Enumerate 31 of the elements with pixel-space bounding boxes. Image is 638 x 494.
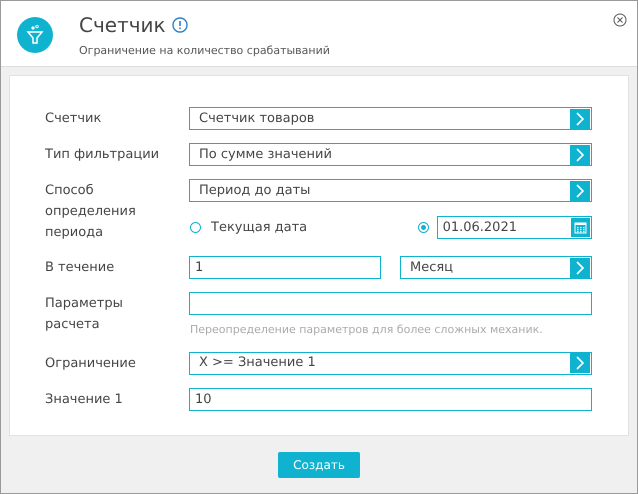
input-field[interactable]: 1 (189, 256, 381, 279)
radio-button[interactable] (418, 222, 429, 233)
field-label: Счетчик (45, 110, 102, 128)
hint-text: Переопределение параметров для более сложных механик. (189, 322, 544, 338)
input-field[interactable]: 10 (189, 388, 592, 410)
radio-label: Текущая дата (211, 218, 308, 237)
select-field[interactable]: X >= Значение 1 (189, 352, 592, 374)
dialog-title: Счетчик (79, 12, 166, 39)
chevron-icon[interactable] (570, 144, 590, 164)
input-field[interactable] (189, 292, 592, 315)
info-icon[interactable] (172, 17, 188, 33)
field-label: Ограничение (45, 354, 137, 372)
select-field[interactable]: Месяц (400, 256, 592, 279)
close-icon[interactable] (613, 13, 627, 27)
chevron-icon[interactable] (570, 180, 590, 200)
chevron-icon[interactable] (570, 353, 590, 373)
chevron-icon[interactable] (570, 258, 590, 278)
select-field[interactable]: По сумме значений (189, 143, 592, 166)
chevron-icon[interactable] (570, 108, 590, 128)
field-label: Значение 1 (45, 390, 124, 408)
radio-button[interactable] (190, 222, 201, 233)
select-field[interactable]: Период до даты (189, 179, 592, 202)
field-label: Тип фильтрации (45, 146, 160, 164)
dialog-subtitle: Ограничение на количество срабатываний (79, 43, 330, 59)
filter-icon (17, 17, 53, 53)
calendar-icon[interactable] (571, 218, 590, 237)
field-label: Способ определения периода (45, 182, 137, 242)
date-field[interactable]: 01.06.2021 (436, 216, 592, 239)
select-field[interactable]: Счетчик товаров (189, 107, 592, 130)
field-label: В течение (45, 259, 116, 277)
field-label: Параметры расчета (45, 295, 124, 334)
